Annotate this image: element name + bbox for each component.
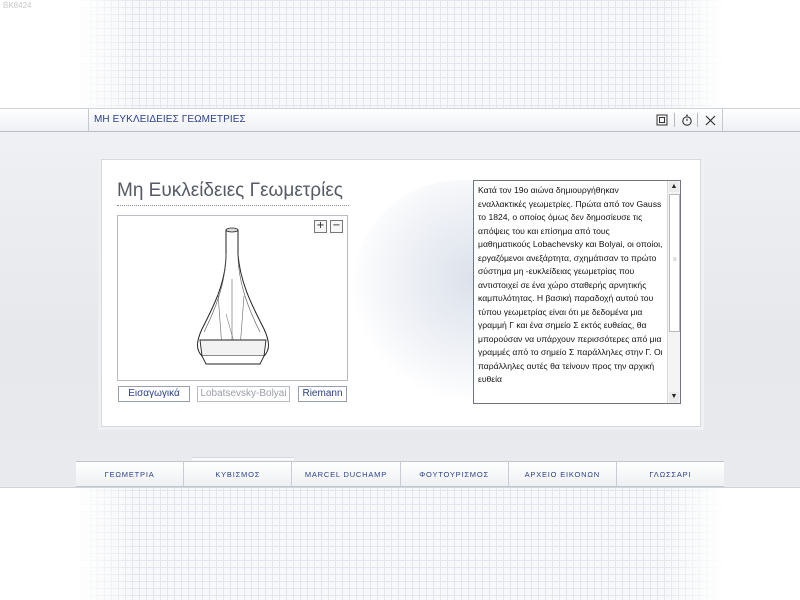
corner-id: BK8424 — [3, 1, 32, 10]
intro-button[interactable]: Εισαγωγικά — [118, 386, 190, 402]
bottom-nav: ΓΕΩΜΕΤΡΙΑ ΚΥΒΙΣΜΟΣ MARCEL DUCHAMP ΦΟΥΤΟΥ… — [76, 461, 724, 487]
zoom-in-button[interactable]: + — [314, 220, 327, 233]
image-viewer: + − — [117, 215, 348, 381]
title-separator-left — [88, 109, 89, 131]
content-card: Μη Ευκλείδειες Γεωμετρίες + − Εισαγωγικά… — [101, 159, 701, 427]
restore-icon — [656, 114, 668, 126]
nav-item-geometry[interactable]: ΓΕΩΜΕΤΡΙΑ — [76, 462, 185, 486]
nav-item-glossary[interactable]: ΓΛΩΣΣΑΡΙ — [617, 462, 724, 486]
lobatsevsky-bolyai-button[interactable]: Lobatsevsky-Bolyai — [197, 386, 290, 402]
window-title: ΜΗ ΕΥΚΛΕΙΔΕΙΕΣ ΓΕΩΜΕΤΡΙΕΣ — [94, 114, 246, 125]
nav-item-marcel-duchamp[interactable]: MARCEL DUCHAMP — [292, 462, 401, 486]
nav-item-image-archive[interactable]: ΑΡΧΕΙΟ ΕΙΚΟΝΩΝ — [509, 462, 617, 486]
body-text: Κατά τον 19ο αιώνα δημιουργήθηκαν εναλλα… — [478, 185, 663, 384]
scrollbar[interactable]: ▲ ≡ ▼ — [667, 181, 680, 403]
title-button-divider — [674, 113, 675, 127]
scroll-thumb[interactable]: ≡ — [669, 194, 680, 332]
title-separator-right — [722, 109, 723, 131]
scroll-up-button[interactable]: ▲ — [669, 182, 679, 192]
stopwatch-icon — [682, 114, 692, 126]
close-icon — [705, 115, 715, 125]
title-bar: ΜΗ ΕΥΚΛΕΙΔΕΙΕΣ ΓΕΩΜΕΤΡΙΕΣ — [0, 109, 800, 132]
scroll-down-button[interactable]: ▼ — [669, 392, 679, 402]
main-window: ΜΗ ΕΥΚΛΕΙΔΕΙΕΣ ΓΕΩΜΕΤΡΙΕΣ Μη Ευκλείδειες… — [0, 108, 800, 488]
page-title: Μη Ευκλείδειες Γεωμετρίες — [117, 180, 343, 201]
close-button[interactable] — [701, 111, 719, 129]
timer-button[interactable] — [678, 111, 696, 129]
restore-button[interactable] — [653, 111, 671, 129]
zoom-out-button[interactable]: − — [330, 220, 343, 233]
riemann-button[interactable]: Riemann — [298, 386, 347, 402]
nav-item-cubism[interactable]: ΚΥΒΙΣΜΟΣ — [184, 462, 293, 486]
title-underline — [117, 205, 349, 206]
vase-sketch-image — [197, 227, 269, 365]
scroll-grip-icon: ≡ — [673, 257, 677, 263]
title-button-divider — [697, 113, 698, 127]
nav-item-futurism[interactable]: ΦΟΥΤΟΥΡΙΣΜΟΣ — [401, 462, 509, 486]
text-panel[interactable]: Κατά τον 19ο αιώνα δημιουργήθηκαν εναλλα… — [473, 180, 681, 404]
